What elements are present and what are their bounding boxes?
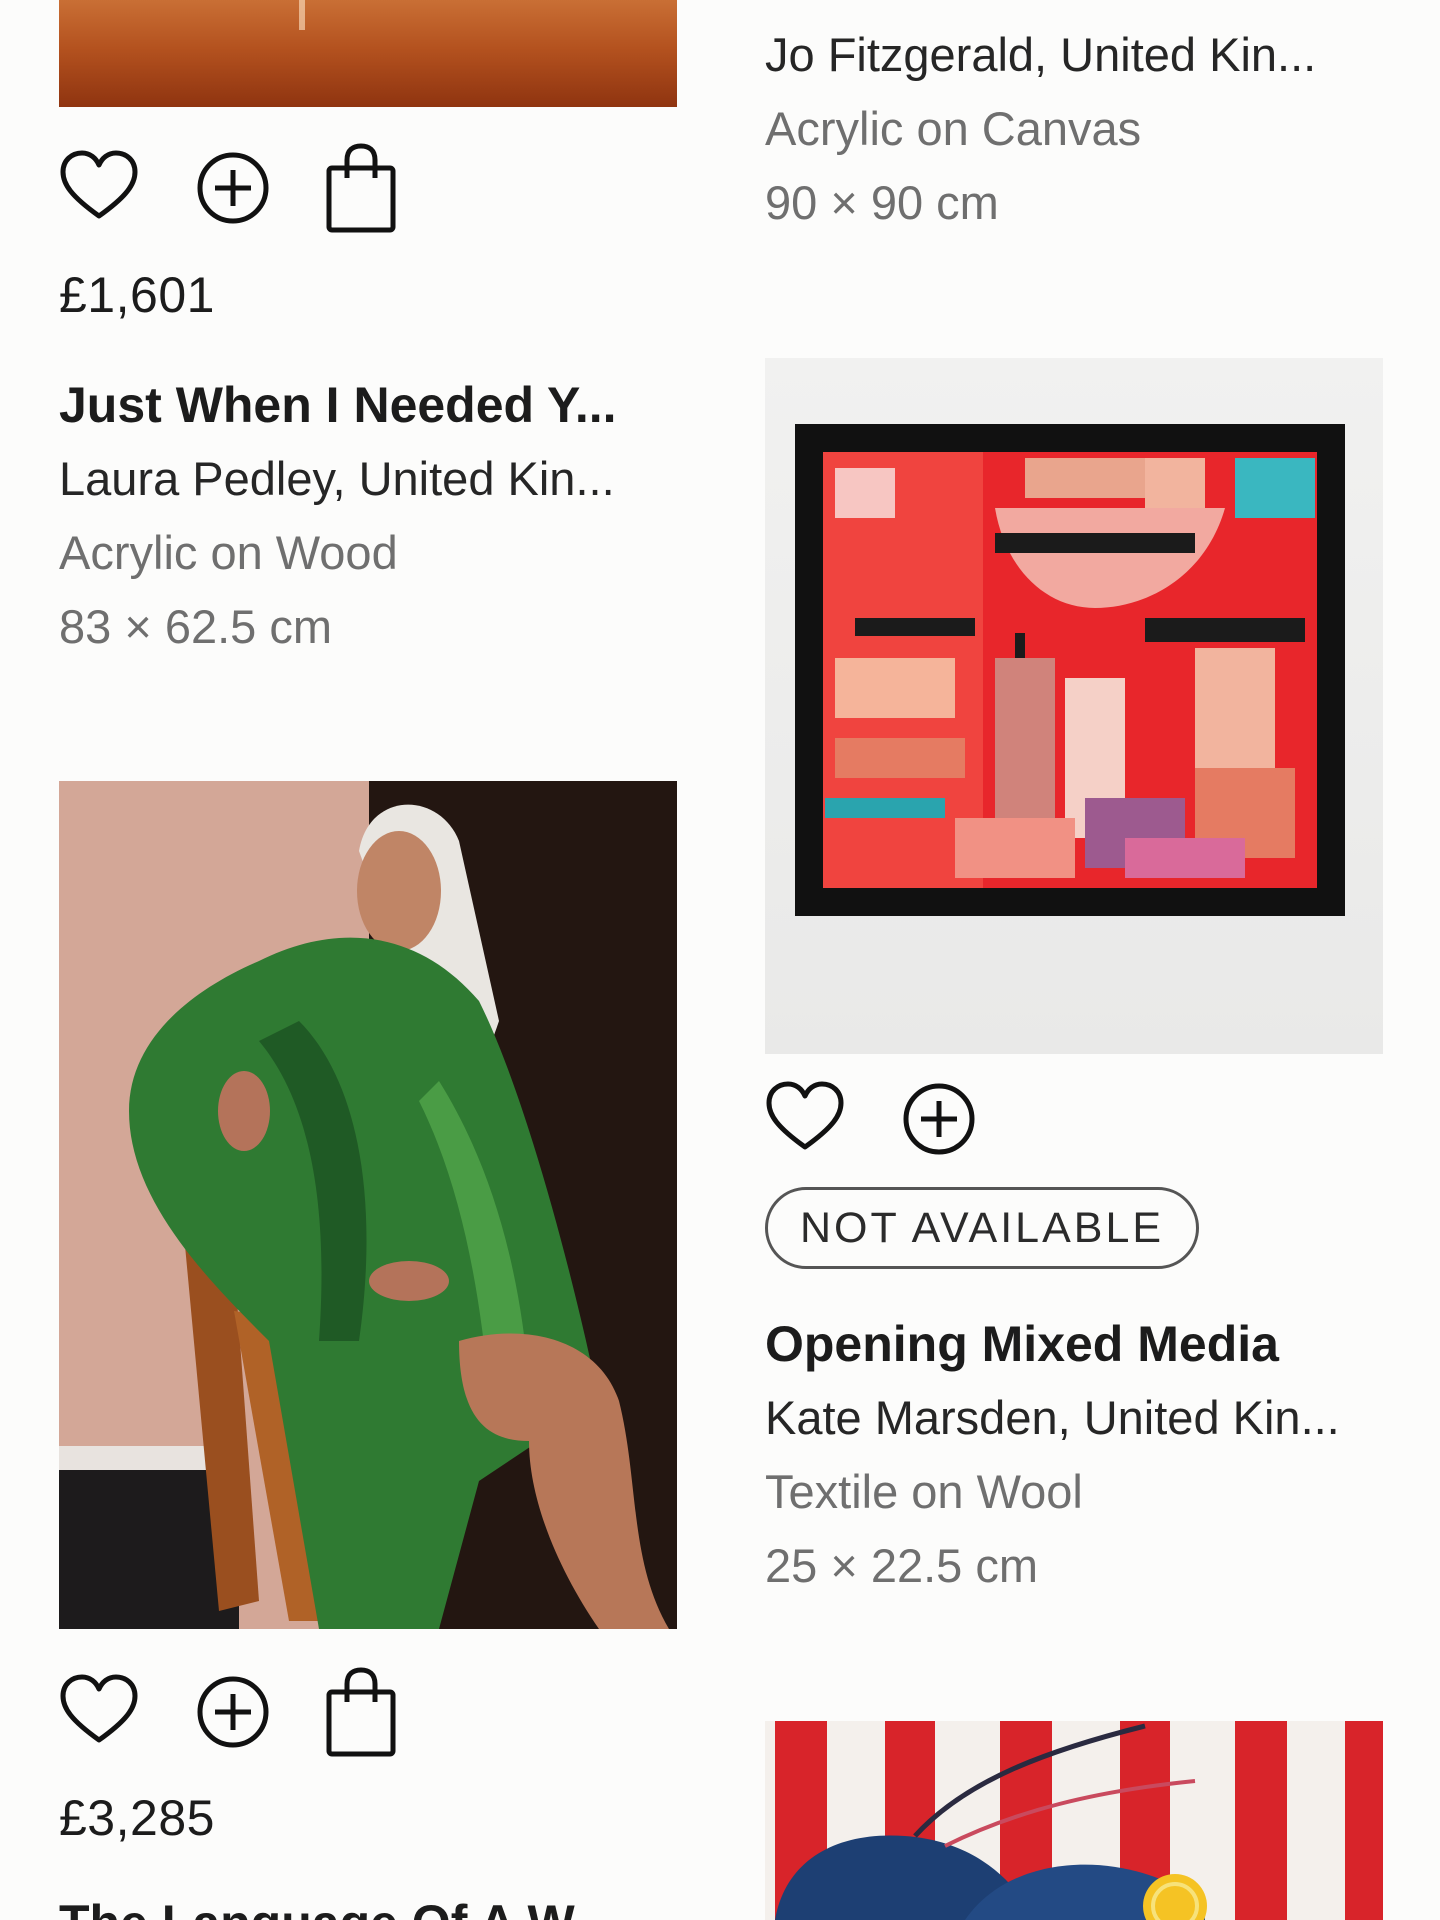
card-actions xyxy=(59,140,401,236)
artwork-title[interactable]: Just When I Needed Y... xyxy=(59,368,699,442)
add-to-collection-button[interactable] xyxy=(193,140,273,236)
artwork-size: 90 × 90 cm xyxy=(765,176,999,229)
portrait-painting-graphic xyxy=(59,781,677,1629)
artwork-image-portrait[interactable] xyxy=(59,781,677,1629)
add-to-collection-button[interactable] xyxy=(899,1071,979,1167)
heart-icon xyxy=(60,150,138,219)
add-to-cart-button[interactable] xyxy=(321,1664,401,1760)
artwork-grid: £1,601 Just When I Needed Y... Laura Ped… xyxy=(0,0,1440,1920)
artwork-title[interactable]: Opening Mixed Media xyxy=(765,1307,1405,1381)
artwork-medium: Textile on Wool xyxy=(765,1465,1083,1518)
artwork-size: 83 × 62.5 cm xyxy=(59,600,333,653)
favourite-button[interactable] xyxy=(765,1071,845,1167)
add-to-cart-button[interactable] xyxy=(321,140,401,236)
card-actions xyxy=(765,1071,979,1167)
add-to-collection-button[interactable] xyxy=(193,1664,273,1760)
artist-name[interactable]: Jo Fitzgerald, United Kin... xyxy=(765,18,1405,92)
artwork-info[interactable]: The Language Of A W... xyxy=(59,1886,699,1920)
artwork-image-lobster[interactable] xyxy=(765,1721,1383,1920)
lobster-painting-graphic xyxy=(765,1721,1383,1920)
artwork-medium: Acrylic on Wood xyxy=(59,526,398,579)
price: £1,601 xyxy=(59,267,215,323)
artwork-image-sunset[interactable] xyxy=(59,0,677,107)
heart-icon xyxy=(60,1674,138,1743)
shopping-bag-icon xyxy=(326,143,396,233)
artwork-medium: Acrylic on Canvas xyxy=(765,102,1142,155)
favourite-button[interactable] xyxy=(59,1664,139,1760)
heart-icon xyxy=(766,1081,844,1150)
artist-name[interactable]: Laura Pedley, United Kin... xyxy=(59,442,699,516)
add-circle-icon xyxy=(903,1083,975,1155)
textile-artwork-graphic xyxy=(795,424,1345,916)
artwork-info[interactable]: Opening Mixed Media Kate Marsden, United… xyxy=(765,1307,1405,1603)
artwork-info[interactable]: Jo Fitzgerald, United Kin... Acrylic on … xyxy=(765,18,1405,240)
artwork-title[interactable]: The Language Of A W... xyxy=(59,1886,699,1920)
price: £3,285 xyxy=(59,1790,215,1846)
artwork-info[interactable]: Just When I Needed Y... Laura Pedley, Un… xyxy=(59,368,699,664)
shopping-bag-icon xyxy=(326,1667,396,1757)
artwork-image-textile[interactable] xyxy=(765,358,1383,1054)
artwork-size: 25 × 22.5 cm xyxy=(765,1539,1039,1592)
not-available-badge: NOT AVAILABLE xyxy=(765,1187,1200,1269)
add-circle-icon xyxy=(197,152,269,224)
artist-name[interactable]: Kate Marsden, United Kin... xyxy=(765,1381,1405,1455)
favourite-button[interactable] xyxy=(59,140,139,236)
add-circle-icon xyxy=(197,1676,269,1748)
card-actions xyxy=(59,1664,401,1760)
